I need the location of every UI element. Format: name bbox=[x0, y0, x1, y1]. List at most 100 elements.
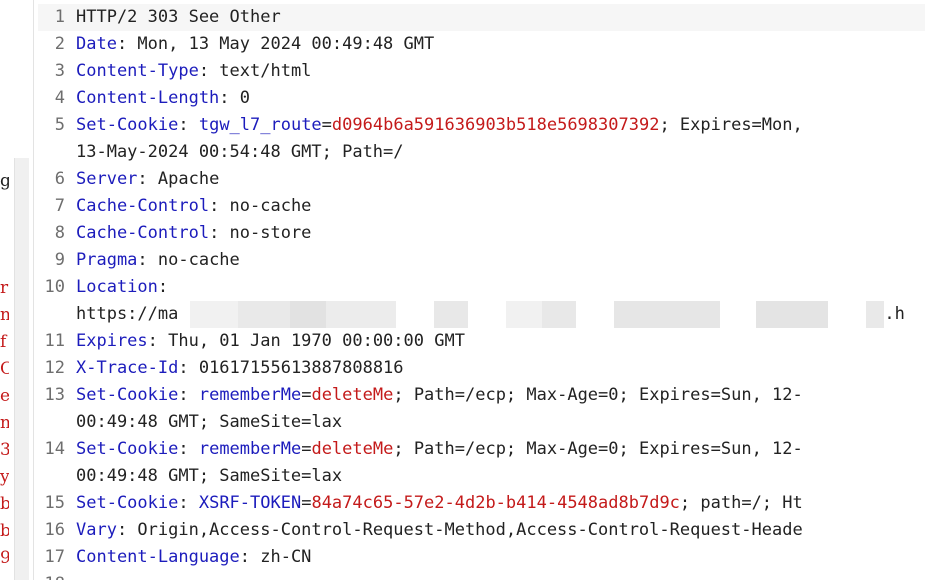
redacted-url-block bbox=[178, 301, 885, 328]
header-text: : Origin,Access-Control-Request-Method,A… bbox=[116, 520, 803, 540]
line-content: Set-Cookie: rememberMe=deleteMe; Path=/e… bbox=[76, 436, 925, 463]
line-number: 17 bbox=[44, 547, 65, 567]
cookie-value: deleteMe bbox=[311, 385, 394, 405]
header-text: 13-May-2024 00:54:48 GMT; Path=/ bbox=[76, 142, 404, 162]
line-number bbox=[38, 463, 76, 490]
left-panel-char: C bbox=[0, 359, 9, 379]
line-number: 9 bbox=[54, 250, 65, 270]
line-content: Vary: Origin,Access-Control-Request-Meth… bbox=[76, 517, 925, 544]
code-line[interactable]: 15 Set-Cookie: XSRF-TOKEN=84a74c65-57e2-4… bbox=[38, 490, 925, 517]
code-line[interactable]: 5 Set-Cookie: tgw_l7_route=d0964b6a591636… bbox=[38, 112, 925, 139]
line-content: Pragma: no-cache bbox=[76, 247, 925, 274]
line-number: 18 bbox=[38, 571, 76, 580]
line-number bbox=[38, 409, 76, 436]
line-content: 13-May-2024 00:54:48 GMT; Path=/ bbox=[76, 139, 925, 166]
cookie-name: tgw_l7_route bbox=[198, 115, 322, 135]
code-line-wrap[interactable]: https://ma .h bbox=[38, 301, 925, 328]
line-number: 10 bbox=[44, 277, 65, 297]
left-panel-char: b bbox=[0, 521, 9, 541]
header-name: X-Trace-Id bbox=[76, 358, 179, 378]
header-name: Cache-Control bbox=[76, 196, 210, 216]
header-name: Set-Cookie bbox=[76, 493, 179, 513]
left-panel-char: n bbox=[0, 305, 9, 325]
header-text: ; Path=/ecp; Max-Age=0; Expires=Sun, 12- bbox=[393, 439, 803, 459]
header-text: : bbox=[178, 115, 199, 135]
header-text: = bbox=[301, 439, 312, 459]
code-line[interactable]: 9 Pragma: no-cache bbox=[38, 247, 925, 274]
code-line[interactable]: 3 Content-Type: text/html bbox=[38, 58, 925, 85]
code-line[interactable]: 17 Content-Language: zh-CN bbox=[38, 544, 925, 571]
code-line[interactable]: 18 bbox=[38, 571, 925, 580]
left-panel-char: e bbox=[0, 386, 9, 406]
cookie-value: 84a74c65-57e2-4d2b-b414-4548ad8b7d9c bbox=[311, 493, 680, 513]
line-content: Set-Cookie: XSRF-TOKEN=84a74c65-57e2-4d2… bbox=[76, 490, 925, 517]
header-text: HTTP/2 303 See Other bbox=[76, 7, 281, 27]
response-editor[interactable]: 1 HTTP/2 303 See Other 2 Date: Mon, 13 May … bbox=[38, 4, 925, 580]
cookie-name: XSRF-TOKEN bbox=[198, 493, 302, 513]
header-text: : Apache bbox=[137, 169, 220, 189]
header-text: : Thu, 01 Jan 1970 00:00:00 GMT bbox=[147, 331, 465, 351]
header-name: Set-Cookie bbox=[76, 115, 179, 135]
left-panel-char: f bbox=[0, 332, 7, 352]
left-panel-char: 3 bbox=[0, 440, 9, 460]
header-text: = bbox=[301, 385, 312, 405]
header-text: : bbox=[178, 493, 199, 513]
header-name: Server bbox=[76, 169, 138, 189]
code-line[interactable]: 10 Location: bbox=[38, 274, 925, 301]
header-text: 00:49:48 GMT; SameSite=lax bbox=[76, 466, 343, 486]
line-content: 00:49:48 GMT; SameSite=lax bbox=[76, 409, 925, 436]
header-name: Expires bbox=[76, 331, 148, 351]
line-content: Content-Length: 0 bbox=[76, 85, 925, 112]
left-panel-char: 9 bbox=[0, 548, 9, 568]
header-text: : 01617155613887808816 bbox=[178, 358, 404, 378]
left-panel-char: n bbox=[0, 413, 9, 433]
line-content: https://ma .h bbox=[76, 301, 925, 328]
header-name: Content-Length bbox=[76, 88, 220, 108]
header-text: : bbox=[178, 385, 199, 405]
line-content: Content-Language: zh-CN bbox=[76, 544, 925, 571]
code-line[interactable]: 4 Content-Length: 0 bbox=[38, 85, 925, 112]
line-number: 2 bbox=[54, 34, 65, 54]
code-line[interactable]: 2 Date: Mon, 13 May 2024 00:49:48 GMT bbox=[38, 31, 925, 58]
header-text: : no-store bbox=[209, 223, 312, 243]
left-panel-scrollbar[interactable] bbox=[14, 158, 29, 580]
code-line[interactable]: 13 Set-Cookie: rememberMe=deleteMe; Path=… bbox=[38, 382, 925, 409]
code-line[interactable]: 16 Vary: Origin,Access-Control-Request-Me… bbox=[38, 517, 925, 544]
line-content bbox=[76, 571, 925, 580]
left-panel-char: g bbox=[0, 171, 9, 191]
header-text: ; path=/; Ht bbox=[679, 493, 803, 513]
header-name: Content-Type bbox=[76, 61, 199, 81]
line-content: Set-Cookie: tgw_l7_route=d0964b6a5916369… bbox=[76, 112, 925, 139]
header-name: Pragma bbox=[76, 250, 138, 270]
header-text: : zh-CN bbox=[239, 547, 312, 567]
header-text: https://ma bbox=[76, 304, 179, 324]
header-text: = bbox=[321, 115, 332, 135]
left-panel-char: b bbox=[0, 494, 9, 514]
header-text: : Mon, 13 May 2024 00:49:48 GMT bbox=[116, 34, 435, 54]
code-line-wrap[interactable]: 00:49:48 GMT; SameSite=lax bbox=[38, 409, 925, 436]
code-line[interactable]: 8 Cache-Control: no-store bbox=[38, 220, 925, 247]
line-content: Expires: Thu, 01 Jan 1970 00:00:00 GMT bbox=[76, 328, 925, 355]
code-line-wrap[interactable]: 13-May-2024 00:54:48 GMT; Path=/ bbox=[38, 139, 925, 166]
code-line[interactable]: 11 Expires: Thu, 01 Jan 1970 00:00:00 GMT bbox=[38, 328, 925, 355]
header-text: : text/html bbox=[198, 61, 312, 81]
code-line[interactable]: 12 X-Trace-Id: 01617155613887808816 bbox=[38, 355, 925, 382]
line-number: 14 bbox=[44, 439, 65, 459]
code-line[interactable]: 14 Set-Cookie: rememberMe=deleteMe; Path=… bbox=[38, 436, 925, 463]
code-line-wrap[interactable]: 00:49:48 GMT; SameSite=lax bbox=[38, 463, 925, 490]
line-content: Content-Type: text/html bbox=[76, 58, 925, 85]
header-name: Date bbox=[76, 34, 117, 54]
header-text: : 0 bbox=[219, 88, 251, 108]
line-number: 1 bbox=[54, 7, 65, 27]
code-line[interactable]: 1 HTTP/2 303 See Other bbox=[38, 4, 925, 31]
header-text: = bbox=[301, 493, 312, 513]
line-number: 6 bbox=[54, 169, 65, 189]
code-line[interactable]: 6 Server: Apache bbox=[38, 166, 925, 193]
line-number: 7 bbox=[54, 196, 65, 216]
code-line[interactable]: 7 Cache-Control: no-cache bbox=[38, 193, 925, 220]
left-panel-edge: grnfCen3ybb9 bbox=[0, 0, 34, 580]
header-name: Cache-Control bbox=[76, 223, 210, 243]
line-content: X-Trace-Id: 01617155613887808816 bbox=[76, 355, 925, 382]
cookie-value: d0964b6a591636903b518e5698307392 bbox=[331, 115, 660, 135]
header-name: Set-Cookie bbox=[76, 439, 179, 459]
